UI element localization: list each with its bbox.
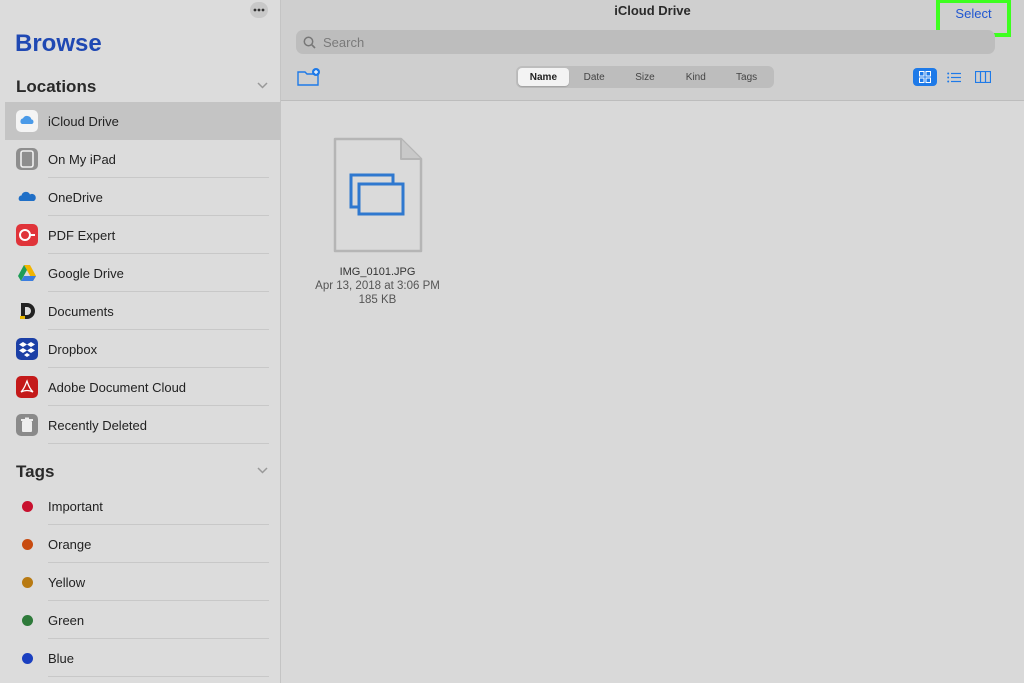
documents-icon	[16, 300, 38, 322]
sidebar-item-icloud-drive[interactable]: iCloud Drive	[5, 102, 280, 140]
tag-dot-icon	[16, 609, 38, 631]
sidebar-item-dropbox[interactable]: Dropbox	[5, 330, 280, 368]
sidebar-item-label: On My iPad	[48, 151, 116, 167]
sidebar: Browse Locations iCloud Drive On My iPad…	[0, 0, 281, 683]
locations-header[interactable]: Locations	[16, 77, 96, 97]
tags-list: Important Orange Yellow Green Blue	[5, 487, 280, 677]
sort-segmented-control: Name Date Size Kind Tags	[516, 66, 774, 88]
adobe-icon	[16, 376, 38, 398]
file-date: Apr 13, 2018 at 3:06 PM	[315, 280, 440, 292]
sidebar-item-recently-deleted[interactable]: Recently Deleted	[5, 406, 280, 444]
tag-label: Blue	[48, 650, 75, 666]
grid-view-button[interactable]	[913, 68, 937, 86]
list-icon	[947, 72, 961, 82]
sidebar-item-label: Documents	[48, 303, 114, 319]
search-bar[interactable]	[296, 30, 995, 54]
sidebar-item-on-my-ipad[interactable]: On My iPad	[5, 140, 280, 178]
tag-label: Yellow	[48, 574, 86, 590]
list-view-button[interactable]	[942, 68, 966, 86]
locations-list: iCloud Drive On My iPad OneDrive PDF Exp…	[5, 102, 280, 444]
sort-tab-date[interactable]: Date	[569, 68, 620, 86]
grid-icon	[919, 71, 931, 83]
tag-item-blue[interactable]: Blue	[5, 639, 280, 677]
tag-item-orange[interactable]: Orange	[5, 525, 280, 563]
icloud-icon	[16, 110, 38, 132]
google-drive-icon	[16, 262, 38, 284]
dropbox-icon	[16, 338, 38, 360]
sort-tab-name[interactable]: Name	[518, 68, 569, 86]
trash-icon	[16, 414, 38, 436]
search-input[interactable]	[321, 33, 925, 51]
file-item[interactable]: IMG_0101.JPG Apr 13, 2018 at 3:06 PM 185…	[310, 135, 445, 307]
pdf-expert-icon	[16, 224, 38, 246]
tags-header[interactable]: Tags	[16, 462, 54, 482]
sidebar-item-label: Dropbox	[48, 341, 98, 357]
more-options-button[interactable]	[250, 2, 268, 18]
tag-dot-icon	[16, 533, 38, 555]
sidebar-item-onedrive[interactable]: OneDrive	[5, 178, 280, 216]
chevron-down-icon[interactable]	[257, 82, 268, 89]
onedrive-icon	[16, 186, 38, 208]
tag-dot-icon	[16, 495, 38, 517]
sort-tab-size[interactable]: Size	[620, 68, 671, 86]
sidebar-item-label: Adobe Document Cloud	[48, 379, 187, 395]
select-button-label: Select	[955, 6, 992, 21]
sort-tab-tags[interactable]: Tags	[721, 68, 772, 86]
tag-dot-icon	[16, 647, 38, 669]
tag-label: Orange	[48, 536, 92, 552]
sidebar-item-label: Recently Deleted	[48, 417, 147, 433]
sidebar-item-pdf-expert[interactable]: PDF Expert	[5, 216, 280, 254]
sidebar-item-google-drive[interactable]: Google Drive	[5, 254, 280, 292]
tag-item-important[interactable]: Important	[5, 487, 280, 525]
new-folder-icon[interactable]	[297, 68, 321, 86]
sidebar-item-label: PDF Expert	[48, 227, 116, 243]
file-name: IMG_0101.JPG	[339, 266, 416, 278]
sidebar-item-documents[interactable]: Documents	[5, 292, 280, 330]
ellipsis-icon	[253, 8, 265, 12]
chevron-down-icon[interactable]	[257, 467, 268, 474]
tag-label: Green	[48, 612, 85, 628]
search-icon	[303, 36, 316, 49]
column-view-button[interactable]	[971, 68, 995, 86]
ipad-icon	[16, 148, 38, 170]
toolbar: iCloud Drive Select Name Date Size Kind …	[281, 0, 1024, 101]
sidebar-item-label: OneDrive	[48, 189, 103, 205]
page-title: iCloud Drive	[614, 3, 691, 18]
tag-dot-icon	[16, 571, 38, 593]
sidebar-item-label: iCloud Drive	[48, 113, 119, 129]
browse-title: Browse	[15, 30, 102, 57]
image-file-icon	[333, 137, 422, 253]
tag-item-green[interactable]: Green	[5, 601, 280, 639]
file-size: 185 KB	[358, 294, 397, 306]
sort-tab-kind[interactable]: Kind	[670, 68, 721, 86]
columns-icon	[975, 71, 991, 83]
sidebar-item-adobe-document-cloud[interactable]: Adobe Document Cloud	[5, 368, 280, 406]
tag-item-yellow[interactable]: Yellow	[5, 563, 280, 601]
tag-label: Important	[48, 498, 103, 514]
sidebar-item-label: Google Drive	[48, 265, 124, 281]
